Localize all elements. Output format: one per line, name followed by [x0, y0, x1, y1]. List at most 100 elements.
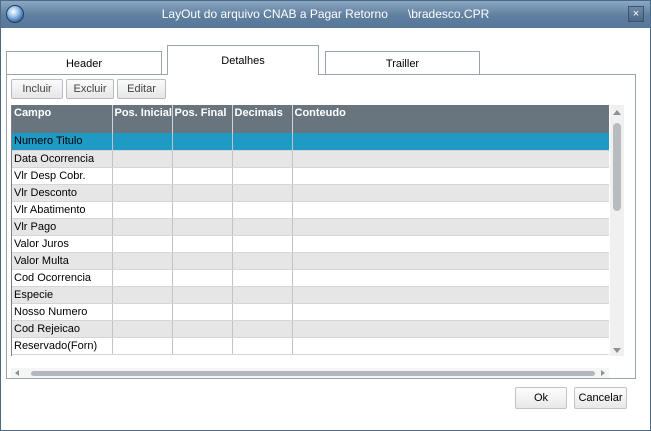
cell-conteudo[interactable]: [292, 150, 609, 168]
cell-decimais[interactable]: [232, 218, 293, 236]
scroll-left-arrow-icon[interactable]: [15, 370, 19, 376]
cell-campo[interactable]: Vlr Desp Cobr.: [12, 167, 113, 185]
excluir-button[interactable]: Excluir: [66, 79, 114, 99]
table-row[interactable]: Valor Multa: [12, 252, 609, 270]
cell-campo[interactable]: Valor Juros: [12, 235, 113, 253]
table-row[interactable]: Especie: [12, 286, 609, 304]
cell-conteudo[interactable]: [292, 286, 609, 304]
cell-decimais[interactable]: [232, 150, 293, 168]
cell-pos-final[interactable]: [172, 218, 233, 236]
cell-campo[interactable]: Numero Titulo: [12, 133, 113, 151]
editar-button[interactable]: Editar: [117, 79, 166, 99]
tab-header[interactable]: Header: [6, 51, 162, 75]
scroll-right-arrow-icon[interactable]: [601, 370, 605, 376]
cell-pos-inicial[interactable]: [112, 133, 173, 151]
cell-campo[interactable]: Vlr Desconto: [12, 184, 113, 202]
cell-conteudo[interactable]: [292, 337, 609, 355]
cell-conteudo[interactable]: [292, 269, 609, 287]
cell-campo[interactable]: Cod Ocorrencia: [12, 269, 113, 287]
cell-pos-final[interactable]: [172, 201, 233, 219]
table-row[interactable]: Numero Titulo: [12, 133, 609, 151]
cell-decimais[interactable]: [232, 201, 293, 219]
horizontal-scrollbar[interactable]: [11, 368, 609, 378]
vertical-scrollbar[interactable]: [610, 105, 624, 356]
cell-pos-inicial[interactable]: [112, 184, 173, 202]
tab-trailler[interactable]: Trailler: [325, 51, 480, 75]
table-row[interactable]: Vlr Desconto: [12, 184, 609, 202]
table-row[interactable]: Valor Juros: [12, 235, 609, 253]
cell-conteudo[interactable]: [292, 235, 609, 253]
table-row[interactable]: Nosso Numero: [12, 303, 609, 321]
cell-decimais[interactable]: [232, 184, 293, 202]
cell-conteudo[interactable]: [292, 201, 609, 219]
table-row[interactable]: Vlr Pago: [12, 218, 609, 236]
cell-decimais[interactable]: [232, 286, 293, 304]
tab-detalhes[interactable]: Detalhes: [167, 45, 319, 75]
column-header-pos-final[interactable]: Pos. Final: [172, 105, 233, 133]
cell-campo[interactable]: Vlr Pago: [12, 218, 113, 236]
cell-decimais[interactable]: [232, 252, 293, 270]
cell-pos-final[interactable]: [172, 167, 233, 185]
table-row[interactable]: Data Ocorrencia: [12, 150, 609, 168]
cell-campo[interactable]: Valor Multa: [12, 252, 113, 270]
cell-campo[interactable]: Data Ocorrencia: [12, 150, 113, 168]
cell-decimais[interactable]: [232, 167, 293, 185]
cell-decimais[interactable]: [232, 337, 293, 355]
cell-campo[interactable]: Cod Rejeicao: [12, 320, 113, 338]
column-header-decimais[interactable]: Decimais: [232, 105, 293, 133]
cell-campo[interactable]: Especie: [12, 286, 113, 304]
cell-pos-inicial[interactable]: [112, 337, 173, 355]
cell-pos-inicial[interactable]: [112, 303, 173, 321]
table-row[interactable]: Cod Rejeicao: [12, 320, 609, 338]
cell-decimais[interactable]: [232, 133, 293, 151]
table-row[interactable]: Cod Ocorrencia: [12, 269, 609, 287]
cell-pos-final[interactable]: [172, 337, 233, 355]
close-button[interactable]: ×: [628, 6, 644, 22]
cell-pos-inicial[interactable]: [112, 218, 173, 236]
cell-campo[interactable]: Vlr Abatimento: [12, 201, 113, 219]
cell-decimais[interactable]: [232, 235, 293, 253]
cell-pos-inicial[interactable]: [112, 286, 173, 304]
cell-pos-inicial[interactable]: [112, 150, 173, 168]
cell-pos-final[interactable]: [172, 303, 233, 321]
scroll-up-arrow-icon[interactable]: [613, 110, 621, 115]
scroll-down-arrow-icon[interactable]: [613, 348, 621, 353]
column-header-campo[interactable]: Campo: [12, 105, 113, 133]
cell-decimais[interactable]: [232, 303, 293, 321]
cell-pos-final[interactable]: [172, 269, 233, 287]
cell-conteudo[interactable]: [292, 133, 609, 151]
column-header-conteudo[interactable]: Conteudo: [292, 105, 609, 133]
horizontal-scroll-thumb[interactable]: [31, 371, 595, 376]
cell-conteudo[interactable]: [292, 218, 609, 236]
cell-campo[interactable]: Reservado(Forn): [12, 337, 113, 355]
cell-conteudo[interactable]: [292, 167, 609, 185]
cell-pos-inicial[interactable]: [112, 201, 173, 219]
cell-conteudo[interactable]: [292, 303, 609, 321]
cell-pos-final[interactable]: [172, 150, 233, 168]
cell-decimais[interactable]: [232, 269, 293, 287]
title-bar[interactable]: LayOut do arquivo CNAB a Pagar Retorno \…: [1, 1, 650, 28]
cell-pos-inicial[interactable]: [112, 320, 173, 338]
cell-pos-inicial[interactable]: [112, 269, 173, 287]
ok-button[interactable]: Ok: [515, 387, 567, 409]
vertical-scroll-thumb[interactable]: [613, 123, 621, 211]
cell-decimais[interactable]: [232, 320, 293, 338]
table-row[interactable]: Reservado(Forn): [12, 337, 609, 355]
table-row[interactable]: Vlr Desp Cobr.: [12, 167, 609, 185]
cell-pos-final[interactable]: [172, 320, 233, 338]
cell-pos-final[interactable]: [172, 235, 233, 253]
column-header-pos-inicial[interactable]: Pos. Inicial: [112, 105, 173, 133]
cell-conteudo[interactable]: [292, 320, 609, 338]
cell-pos-inicial[interactable]: [112, 235, 173, 253]
cell-pos-final[interactable]: [172, 133, 233, 151]
cell-conteudo[interactable]: [292, 184, 609, 202]
cell-pos-final[interactable]: [172, 286, 233, 304]
cancel-button[interactable]: Cancelar: [574, 387, 627, 409]
cell-pos-inicial[interactable]: [112, 167, 173, 185]
cell-conteudo[interactable]: [292, 252, 609, 270]
cell-pos-final[interactable]: [172, 252, 233, 270]
cell-pos-inicial[interactable]: [112, 252, 173, 270]
cell-pos-final[interactable]: [172, 184, 233, 202]
incluir-button[interactable]: Incluir: [11, 79, 63, 99]
table-row[interactable]: Vlr Abatimento: [12, 201, 609, 219]
